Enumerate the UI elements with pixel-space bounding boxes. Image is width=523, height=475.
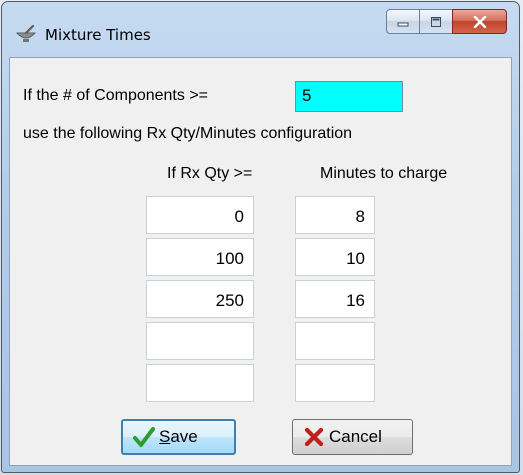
mixture-times-window: Mixture Times If the # of Components >= … (1, 1, 520, 473)
components-prompt-label: If the # of Components >= (23, 87, 209, 104)
minutes-field-5[interactable] (295, 364, 375, 402)
minutes-field-4[interactable] (295, 322, 375, 360)
cancel-button-label: Cancel (329, 427, 382, 446)
x-mark-icon (304, 427, 324, 447)
minimize-icon (397, 22, 409, 26)
rx-qty-field-2[interactable]: 100 (146, 238, 254, 276)
close-button[interactable] (452, 9, 507, 34)
components-count-input[interactable]: 5 (295, 81, 403, 112)
save-mnemonic: S (159, 427, 171, 446)
maximize-button[interactable] (419, 9, 452, 34)
rx-qty-field-5[interactable] (146, 364, 254, 402)
save-button[interactable]: Save (121, 419, 236, 455)
close-icon (473, 15, 486, 28)
rx-qty-field-4[interactable] (146, 322, 254, 360)
dialog-client-area: If the # of Components >= 5 use the foll… (9, 57, 512, 466)
minutes-field-1[interactable]: 8 (295, 196, 375, 234)
rx-qty-header: If Rx Qty >= (167, 165, 253, 182)
instruction-label: use the following Rx Qty/Minutes configu… (23, 125, 353, 142)
minutes-header: Minutes to charge (320, 165, 448, 182)
maximize-icon (431, 16, 441, 27)
save-button-label: Save (159, 427, 198, 447)
rx-qty-field-3[interactable]: 250 (146, 280, 254, 318)
desktop-background: Mixture Times If the # of Components >= … (0, 0, 523, 475)
minutes-field-2[interactable]: 10 (295, 238, 375, 276)
minutes-field-3[interactable]: 16 (295, 280, 375, 318)
mortar-pestle-icon (16, 25, 36, 42)
caption-buttons (386, 9, 507, 34)
title-bar[interactable]: Mixture Times (2, 2, 519, 58)
minimize-button[interactable] (386, 9, 419, 34)
cancel-button[interactable]: Cancel (292, 419, 413, 455)
rx-qty-field-1[interactable]: 0 (146, 196, 254, 234)
window-title: Mixture Times (45, 26, 151, 44)
save-label-rest: ave (170, 427, 198, 446)
checkmark-icon (133, 427, 155, 447)
